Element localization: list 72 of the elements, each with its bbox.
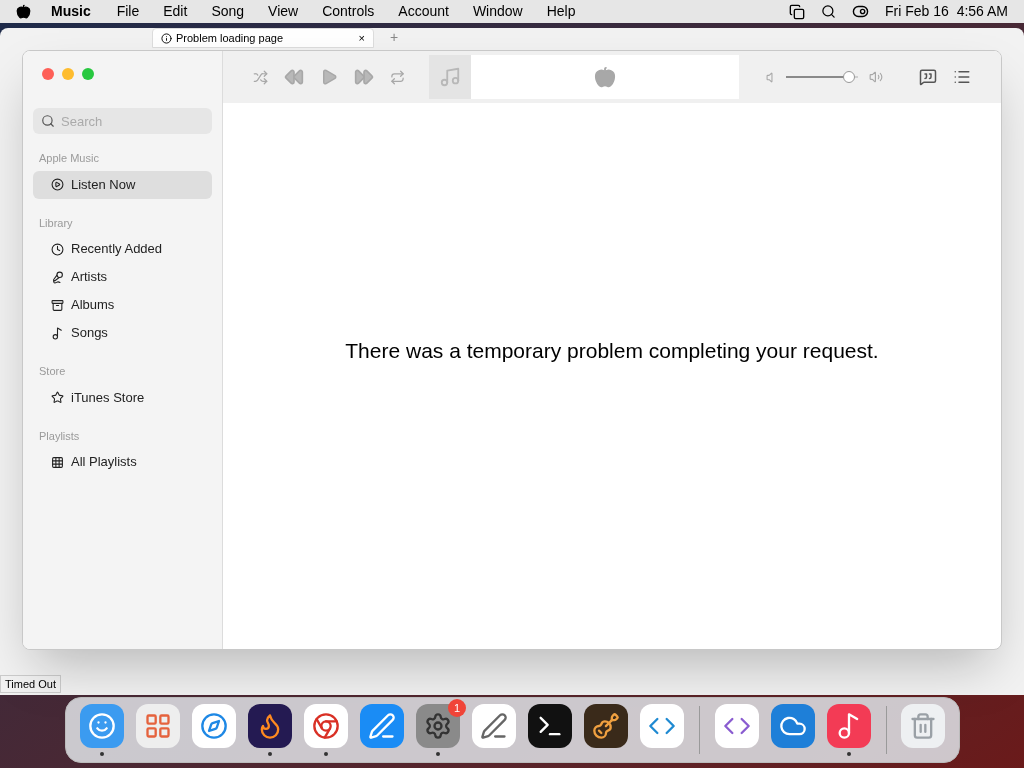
pen-icon bbox=[368, 712, 396, 740]
trash-icon bbox=[909, 712, 937, 740]
menu-app-name[interactable]: Music bbox=[51, 1, 91, 22]
gear-icon bbox=[424, 712, 452, 740]
browser-tab[interactable]: Problem loading page × bbox=[152, 28, 374, 48]
music-note-icon bbox=[439, 66, 461, 88]
notepad-icon bbox=[480, 712, 508, 740]
dock-app-icon[interactable] bbox=[416, 704, 460, 748]
fast-forward-icon[interactable] bbox=[354, 67, 374, 87]
info-icon bbox=[161, 32, 172, 44]
clock-icon bbox=[51, 242, 64, 256]
apple-icon bbox=[594, 66, 616, 88]
running-indicator bbox=[100, 752, 104, 756]
search-field[interactable]: Search bbox=[33, 108, 212, 134]
dock-app-icon[interactable] bbox=[248, 704, 292, 748]
compass-icon bbox=[200, 712, 228, 740]
tab-title: Problem loading page bbox=[176, 30, 285, 46]
menu-item[interactable]: Account bbox=[398, 1, 449, 22]
dock-app-icon[interactable] bbox=[528, 704, 572, 748]
menu-item[interactable]: Controls bbox=[322, 1, 375, 22]
shuffle-icon[interactable] bbox=[253, 69, 268, 85]
sidebar-item[interactable]: Listen Now bbox=[33, 170, 212, 199]
menu-item[interactable]: Window bbox=[472, 1, 523, 22]
running-indicator bbox=[846, 752, 851, 756]
lyrics-icon[interactable] bbox=[919, 68, 937, 86]
list-icon[interactable] bbox=[953, 68, 971, 86]
section-header: Playlists bbox=[38, 428, 81, 444]
grid-icon bbox=[51, 455, 64, 469]
notification-badge: 1 bbox=[448, 699, 466, 717]
close-tab-button[interactable]: × bbox=[358, 29, 365, 47]
guitar-icon bbox=[592, 712, 620, 740]
volume-slider[interactable] bbox=[783, 71, 861, 83]
grid-icon bbox=[144, 712, 172, 740]
menu-item[interactable]: Help bbox=[546, 1, 576, 22]
sidebar-item[interactable]: Albums bbox=[33, 291, 212, 319]
star-icon bbox=[51, 391, 64, 404]
close-button[interactable] bbox=[42, 68, 54, 80]
chrome-icon bbox=[312, 712, 340, 740]
section-header: Store bbox=[38, 364, 67, 379]
control-center-icon[interactable] bbox=[852, 3, 870, 20]
section-header: Apple Music bbox=[38, 151, 100, 166]
search-icon bbox=[41, 114, 55, 128]
dock-app-icon[interactable] bbox=[584, 704, 628, 748]
sidebar-item[interactable]: Recently Added bbox=[33, 235, 212, 263]
sidebar-item[interactable]: Artists bbox=[33, 263, 212, 291]
menu-item[interactable]: File bbox=[116, 1, 140, 22]
face-icon bbox=[88, 712, 116, 740]
microphone-icon bbox=[51, 270, 64, 284]
clock: Fri Feb 16 4:56 AM bbox=[885, 2, 1008, 21]
running-indicator bbox=[268, 752, 272, 756]
apple-icon[interactable] bbox=[16, 4, 31, 19]
search-icon[interactable] bbox=[821, 4, 837, 19]
repeat-icon[interactable] bbox=[390, 69, 405, 85]
sidebar-item[interactable]: Songs bbox=[33, 319, 212, 347]
status-label: Timed Out bbox=[0, 674, 61, 693]
box-icon bbox=[51, 298, 64, 312]
sidebar-item[interactable]: iTunes Store bbox=[33, 383, 212, 412]
screen-mirroring-icon[interactable] bbox=[789, 3, 806, 20]
zoom-button[interactable] bbox=[82, 68, 94, 80]
play-circle-icon bbox=[51, 178, 64, 191]
menu-item[interactable]: Song bbox=[211, 1, 245, 22]
menu-item[interactable]: Edit bbox=[163, 1, 188, 22]
music-note-icon bbox=[51, 326, 64, 340]
sidebar-item[interactable]: All Playlists bbox=[33, 448, 212, 476]
volume-high-icon bbox=[869, 70, 883, 84]
running-indicator bbox=[436, 752, 440, 756]
running-indicator bbox=[324, 752, 328, 756]
menu-item[interactable]: View bbox=[268, 1, 299, 22]
rewind-icon[interactable] bbox=[284, 67, 304, 87]
error-message: There was a temporary problem completing your request. bbox=[345, 338, 879, 365]
section-header: Library bbox=[38, 215, 74, 231]
play-icon[interactable] bbox=[320, 68, 338, 86]
